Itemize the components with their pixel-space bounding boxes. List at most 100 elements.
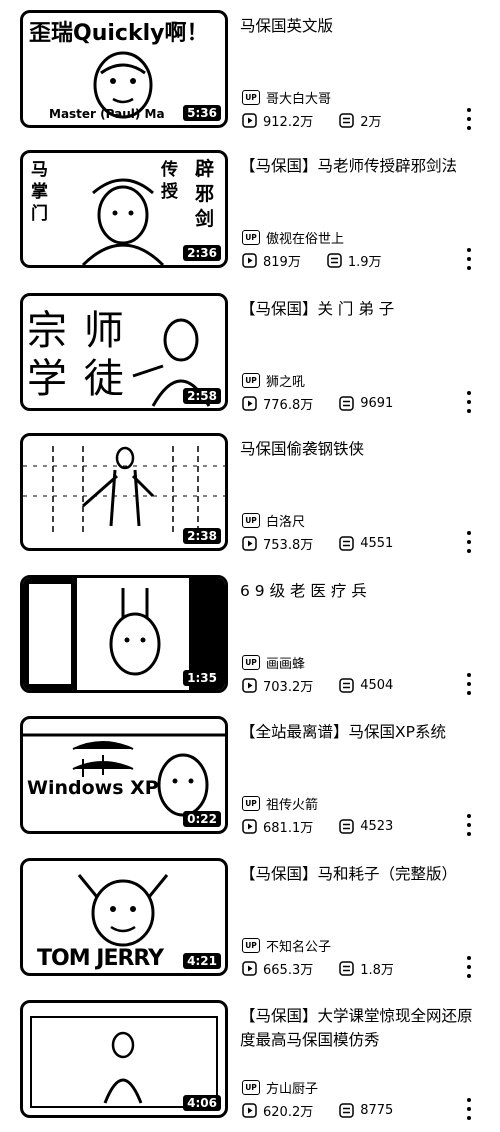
uploader-name: 不知名公子 — [266, 939, 332, 955]
up-badge-icon: UP — [242, 229, 260, 245]
more-vertical-icon[interactable] — [462, 108, 476, 130]
more-vertical-icon[interactable] — [462, 391, 476, 413]
comment-count-value: 4504 — [360, 677, 394, 693]
up-badge-icon: UP — [242, 512, 260, 528]
video-stats: 819万 1.9万 — [242, 250, 408, 270]
view-count-value: 776.8万 — [263, 397, 314, 413]
play-count-icon — [242, 112, 257, 128]
more-vertical-icon[interactable] — [462, 673, 476, 695]
video-title[interactable]: 【全站最离谱】马保国XP系统 — [240, 720, 480, 744]
video-thumbnail[interactable]: 宗 师 学 徒 2:58 — [20, 293, 228, 411]
uploader-name: 狮之吼 — [266, 374, 306, 390]
comment-count: 9691 — [339, 396, 393, 411]
video-thumbnail[interactable]: 马掌门 传授 辟邪剑 2:36 — [20, 150, 228, 268]
thumbnail-caption: 歪瑞Quickly啊！ — [29, 21, 209, 46]
uploader-name: 画画蜂 — [266, 656, 306, 672]
view-count: 681.1万 — [242, 817, 313, 836]
more-vertical-icon[interactable] — [462, 248, 476, 270]
video-duration: 1:35 — [183, 670, 221, 686]
up-badge-icon: UP — [242, 89, 260, 105]
video-item[interactable]: TOM JERRY 4:21 【马保国】马和耗子（完整版） UP 不知名公子 6… — [0, 848, 500, 990]
play-count-icon — [242, 960, 257, 976]
view-count-value: 681.1万 — [263, 820, 314, 836]
play-count-icon — [242, 395, 257, 411]
up-badge-icon: UP — [242, 1079, 260, 1095]
video-item[interactable]: 歪瑞Quickly啊！ Master (Paul) Ma 5:36 马保国英文版… — [0, 0, 500, 142]
video-thumbnail[interactable]: 1:35 — [20, 575, 228, 693]
thumbnail-caption: 马掌门 — [31, 160, 48, 224]
video-stats: 665.3万 1.8万 — [242, 958, 420, 978]
up-badge-icon: UP — [242, 654, 260, 670]
comment-count: 8775 — [339, 1103, 393, 1118]
danmaku-icon — [339, 960, 354, 976]
video-stats: 776.8万 9691 — [242, 393, 419, 413]
uploader-row[interactable]: UP 哥大白大哥 — [242, 88, 332, 107]
video-item[interactable]: 宗 师 学 徒 2:58 【马保国】关 门 弟 子 UP 狮之吼 776.8万 … — [0, 283, 500, 425]
danmaku-icon — [339, 535, 354, 551]
video-title[interactable]: 【马保国】关 门 弟 子 — [240, 297, 480, 321]
comment-count-value: 1.9万 — [347, 254, 382, 270]
view-count: 703.2万 — [242, 676, 313, 695]
thumbnail-caption: Windows XP — [27, 777, 159, 799]
uploader-row[interactable]: UP 狮之吼 — [242, 371, 306, 390]
comment-count-value: 2万 — [360, 114, 382, 130]
video-title[interactable]: 【马保国】马老师传授辟邪剑法 — [240, 154, 480, 178]
view-count-value: 620.2万 — [263, 1104, 314, 1120]
thumbnail-caption: 传授 — [161, 160, 178, 202]
video-title[interactable]: 马保国偷袭钢铁侠 — [240, 437, 480, 461]
comment-count: 1.8万 — [339, 959, 394, 978]
video-thumbnail[interactable]: 歪瑞Quickly啊！ Master (Paul) Ma 5:36 — [20, 10, 228, 128]
video-thumbnail[interactable]: Windows XP 0:22 — [20, 716, 228, 834]
video-title[interactable]: 【马保国】大学课堂惊现全网还原度最高马保国模仿秀 — [240, 1004, 480, 1052]
more-vertical-icon[interactable] — [462, 814, 476, 836]
danmaku-icon — [327, 252, 342, 268]
video-title[interactable]: 【马保国】马和耗子（完整版） — [240, 862, 480, 886]
thumbnail-caption: TOM JERRY — [37, 946, 164, 971]
uploader-row[interactable]: UP 傲视在俗世上 — [242, 228, 344, 247]
danmaku-icon — [339, 395, 354, 411]
video-duration: 0:22 — [183, 811, 221, 827]
video-stats: 912.2万 2万 — [242, 110, 408, 130]
uploader-row[interactable]: UP 祖传火箭 — [242, 794, 319, 813]
view-count-value: 703.2万 — [263, 679, 314, 695]
danmaku-icon — [339, 112, 354, 128]
video-item[interactable]: 4:06 【马保国】大学课堂惊现全网还原度最高马保国模仿秀 UP 方山厨子 62… — [0, 990, 500, 1132]
play-count-icon — [242, 252, 257, 268]
uploader-row[interactable]: UP 画画蜂 — [242, 653, 306, 672]
thumbnail-caption: 学 徒 — [27, 356, 126, 402]
video-thumbnail[interactable]: 2:38 — [20, 433, 228, 551]
video-item[interactable]: Windows XP 0:22 【全站最离谱】马保国XP系统 UP 祖传火箭 6… — [0, 706, 500, 848]
video-duration: 5:36 — [183, 105, 221, 121]
uploader-row[interactable]: UP 方山厨子 — [242, 1078, 318, 1097]
more-vertical-icon[interactable] — [462, 956, 476, 978]
video-duration: 2:36 — [183, 245, 221, 261]
uploader-name: 哥大白大哥 — [266, 91, 332, 107]
video-item[interactable]: 马掌门 传授 辟邪剑 2:36 【马保国】马老师传授辟邪剑法 UP 傲视在俗世上… — [0, 140, 500, 282]
video-thumbnail[interactable]: 4:06 — [20, 1000, 228, 1118]
video-thumbnail[interactable]: TOM JERRY 4:21 — [20, 858, 228, 976]
video-item[interactable]: 2:38 马保国偷袭钢铁侠 UP 白洛尺 753.8万 4551 — [0, 423, 500, 565]
danmaku-icon — [339, 677, 354, 693]
danmaku-icon — [339, 818, 354, 834]
video-item[interactable]: 1:35 6 9 级 老 医 疗 兵 UP 画画蜂 703.2万 4504 — [0, 565, 500, 707]
thumbnail-caption: 辟邪剑 — [195, 158, 215, 230]
comment-count-value: 8775 — [360, 1102, 394, 1118]
more-vertical-icon[interactable] — [462, 531, 476, 553]
video-title[interactable]: 马保国英文版 — [240, 14, 480, 38]
video-stats: 620.2万 8775 — [242, 1100, 419, 1120]
uploader-row[interactable]: UP 白洛尺 — [242, 511, 306, 530]
video-title[interactable]: 6 9 级 老 医 疗 兵 — [240, 579, 480, 603]
uploader-row[interactable]: UP 不知名公子 — [242, 936, 332, 955]
view-count-value: 912.2万 — [263, 114, 314, 130]
comment-count: 4523 — [339, 819, 393, 834]
video-stats: 681.1万 4523 — [242, 816, 419, 836]
view-count: 819万 — [242, 251, 301, 270]
view-count: 776.8万 — [242, 394, 313, 413]
up-badge-icon: UP — [242, 937, 260, 953]
view-count: 665.3万 — [242, 959, 313, 978]
view-count: 753.8万 — [242, 534, 313, 553]
video-duration: 4:06 — [183, 1095, 221, 1111]
more-vertical-icon[interactable] — [462, 1098, 476, 1120]
uploader-name: 祖传火箭 — [266, 797, 319, 813]
uploader-name: 白洛尺 — [266, 514, 306, 530]
